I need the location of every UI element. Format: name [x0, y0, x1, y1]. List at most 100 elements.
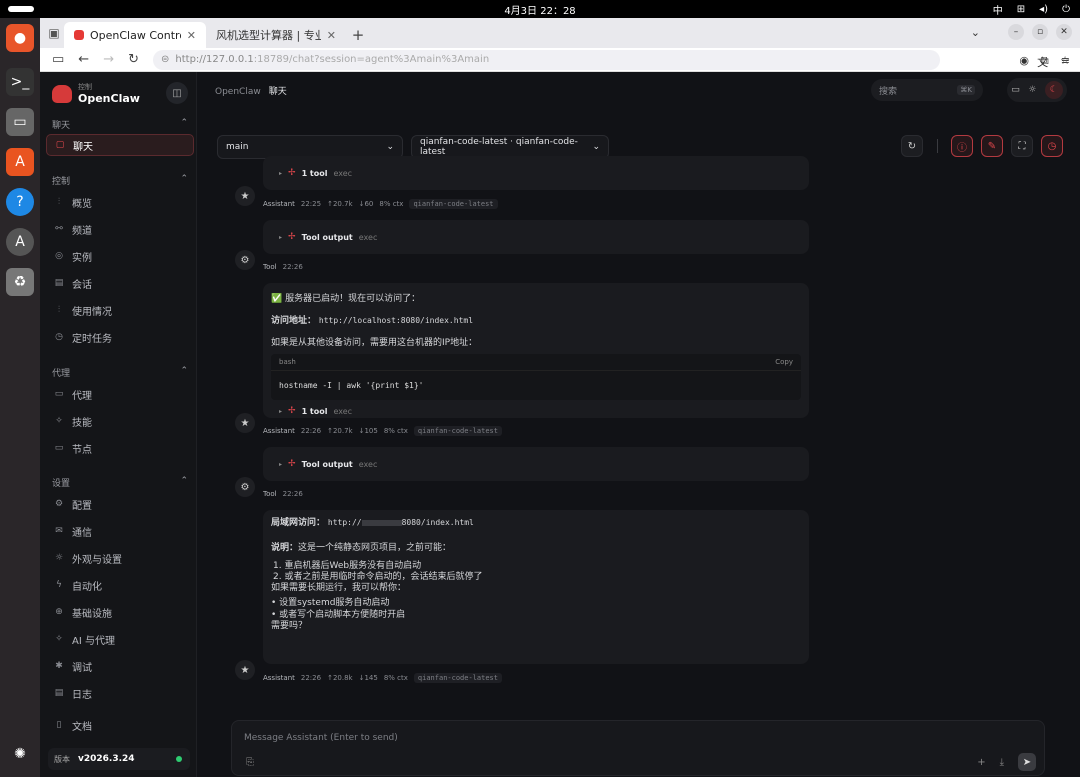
sidebar-item-overview[interactable]: ⫶ 概览 — [46, 191, 194, 213]
activities-indicator[interactable] — [8, 6, 34, 12]
message-text: 局域网访问： http://8080/index.html — [271, 518, 474, 528]
sidebar-item-cron[interactable]: ◷ 定时任务 — [46, 326, 194, 348]
sidebar-item-logs[interactable]: ▤ 日志 — [46, 682, 194, 704]
sidebar-item-nodes[interactable]: ▭ 节点 — [46, 437, 194, 459]
clock[interactable]: 4月3日 22：28 — [504, 2, 575, 17]
add-icon[interactable]: + — [977, 757, 985, 768]
moon-theme-icon[interactable]: ☾ — [1044, 81, 1063, 99]
section-agents[interactable]: 代理 ⌃ — [52, 366, 188, 379]
link-icon: ⚯ — [55, 224, 63, 234]
send-button[interactable]: ➤ — [1018, 753, 1036, 771]
section-chat[interactable]: 聊天 ⌃ — [52, 118, 188, 131]
volume-icon[interactable]: ◂) — [1039, 4, 1048, 15]
maximize-button[interactable]: ▫ — [1032, 24, 1048, 40]
copy-button[interactable]: Copy — [775, 358, 793, 366]
assistant-avatar: ★ — [235, 413, 255, 433]
trash-icon[interactable]: ♻ — [6, 268, 34, 296]
tool-summary[interactable]: ▸ ✢ 1 tool exec — [263, 168, 352, 178]
tab-label: OpenClaw Control — [90, 28, 181, 42]
app-center-icon[interactable]: A — [6, 148, 34, 176]
updater-icon[interactable]: A — [6, 228, 34, 256]
toolbar-divider — [937, 139, 938, 153]
sidebar-item-automation[interactable]: ϟ 自动化 — [46, 574, 194, 596]
sun-theme-icon[interactable]: ☼ — [1028, 85, 1036, 95]
network-icon[interactable]: ⊞ — [1017, 4, 1025, 15]
message-meta: Assistant 22:26 ↑20.7k ↓105 8% ctx qianfan-co… — [263, 426, 502, 436]
search-input[interactable]: 搜索 ⌘K — [871, 79, 983, 101]
version-badge: 版本 v2026.3.24 — [48, 748, 190, 770]
message-input[interactable]: Message Assistant (Enter to send) — [244, 733, 398, 743]
message-composer[interactable]: Message Assistant (Enter to send) ⎘ + ⤓ … — [231, 720, 1045, 776]
back-icon[interactable]: ← — [78, 52, 89, 67]
sidebar-item-docs[interactable]: ▯ 文档 — [46, 714, 194, 736]
site-info-icon[interactable]: ⊜ — [161, 54, 169, 65]
sidebar: 控制 OpenClaw ◫ 聊天 ⌃ ▢ 聊天 控制 ⌃ ⫶ 概览 ⚯ 频道 ◎ 实例 ▤ 会… — [40, 72, 197, 777]
sidebar-item-agents[interactable]: ▭ 代理 — [46, 383, 194, 405]
sidebar-item-config[interactable]: ⚙ 配置 — [46, 493, 194, 515]
collapse-sidebar-button[interactable]: ◫ — [166, 82, 188, 104]
show-apps-icon[interactable]: ✺ — [6, 740, 34, 768]
logo[interactable]: 控制 OpenClaw — [52, 82, 140, 105]
reload-icon[interactable]: ↻ — [128, 52, 139, 67]
tab-list-chevron-icon[interactable]: ⌄ — [971, 26, 980, 39]
power-icon[interactable]: ⏻ — [1062, 4, 1070, 15]
tab-openclaw[interactable]: OpenClaw Control ✕ — [64, 22, 206, 48]
firefox-icon[interactable]: ● — [6, 24, 34, 52]
close-tab-icon[interactable]: ✕ — [187, 29, 196, 42]
minimize-button[interactable]: – — [1008, 24, 1024, 40]
redacted-ip — [361, 519, 402, 526]
breadcrumb-root[interactable]: OpenClaw — [215, 87, 261, 97]
menu-icon[interactable]: ≡ — [1061, 54, 1070, 68]
sidebar-item-instances[interactable]: ◎ 实例 — [46, 245, 194, 267]
crab-logo-icon — [52, 84, 72, 103]
sidebar-item-communication[interactable]: ✉ 通信 — [46, 520, 194, 542]
ai-icon: ✧ — [55, 634, 63, 644]
forward-icon[interactable]: → — [103, 52, 114, 67]
sidebar-item-debug[interactable]: ✱ 调试 — [46, 655, 194, 677]
tab-strip: ▣ OpenClaw Control ✕ 风机选型计算器 | 专业工业通 ✕ +… — [40, 18, 1080, 48]
monitor-theme-icon[interactable]: ▭ — [1011, 85, 1020, 95]
code-language: bash — [279, 358, 296, 366]
sidebar-item-infrastructure[interactable]: ⊕ 基础设施 — [46, 601, 194, 623]
extensions-icon[interactable]: ⧉ — [1041, 54, 1049, 68]
sidebar-toggle-icon[interactable]: ▭ — [52, 52, 64, 67]
section-control[interactable]: 控制 ⌃ — [52, 174, 188, 187]
dock: ● >_ ▭ A ? A ♻ ✺ — [0, 18, 40, 777]
sparkle-icon: ✧ — [55, 416, 63, 426]
tool-output-message: ▸ ✢ Tool output exec — [263, 447, 809, 481]
attach-icon[interactable]: ⎘ — [246, 757, 254, 768]
close-tab-icon[interactable]: ✕ — [327, 29, 336, 42]
sidebar-item-usage[interactable]: ⫶ 使用情况 — [46, 299, 194, 321]
sidebar-item-appearance[interactable]: ☼ 外观与设置 — [46, 547, 194, 569]
section-settings[interactable]: 设置 ⌃ — [52, 476, 188, 489]
terminal-icon[interactable]: >_ — [6, 68, 34, 96]
header: OpenClaw 聊天 搜索 ⌘K ▭ ☼ ☾ — [197, 72, 1080, 108]
help-icon[interactable]: ? — [6, 188, 34, 216]
files-icon[interactable]: ▭ — [6, 108, 34, 136]
bar-chart-icon: ⫶ — [57, 197, 61, 207]
tool-output-toggle[interactable]: ▸ ✢ Tool output exec — [263, 459, 377, 469]
sidebar-item-chat[interactable]: ▢ 聊天 — [46, 134, 194, 156]
sparkle-icon: ✢ — [288, 459, 296, 469]
navigation-bar: ▭ ← → ↻ ⊜ http://127.0.0.1:18789/chat?se… — [40, 48, 1080, 72]
sidebar-item-sessions[interactable]: ▤ 会话 — [46, 272, 194, 294]
url-host: http://127.0.0.1 — [175, 54, 254, 65]
sidebar-item-skills[interactable]: ✧ 技能 — [46, 410, 194, 432]
assistant-message: ▸ ✢ 1 tool exec — [263, 156, 809, 190]
new-tab-button[interactable]: + — [346, 22, 370, 48]
tab-fan-calculator[interactable]: 风机选型计算器 | 专业工业通 ✕ — [206, 22, 346, 48]
close-window-button[interactable]: ✕ — [1056, 24, 1072, 40]
list-item: • 设置systemd服务自动启动 — [271, 598, 390, 609]
sparkle-icon: ✢ — [288, 406, 296, 416]
sidebar-item-channels[interactable]: ⚯ 频道 — [46, 218, 194, 240]
account-icon[interactable]: ◉ — [1019, 54, 1029, 68]
input-method[interactable]: 中 — [993, 2, 1003, 17]
address-bar[interactable]: ⊜ http://127.0.0.1:18789/chat?session=ag… — [153, 49, 940, 70]
tool-summary[interactable]: ▸ ✢ 1 tool exec — [263, 406, 809, 416]
download-icon[interactable]: ⤓ — [1000, 757, 1004, 768]
code-block: bash Copy hostname -I | awk '{print $1}' — [271, 354, 801, 400]
tab-overview-icon[interactable]: ▣ — [44, 18, 64, 48]
sidebar-item-ai-agents[interactable]: ✧ AI 与代理 — [46, 628, 194, 650]
tool-output-toggle[interactable]: ▸ ✢ Tool output exec — [263, 232, 377, 242]
shortcut-hint: ⌘K — [957, 85, 975, 95]
